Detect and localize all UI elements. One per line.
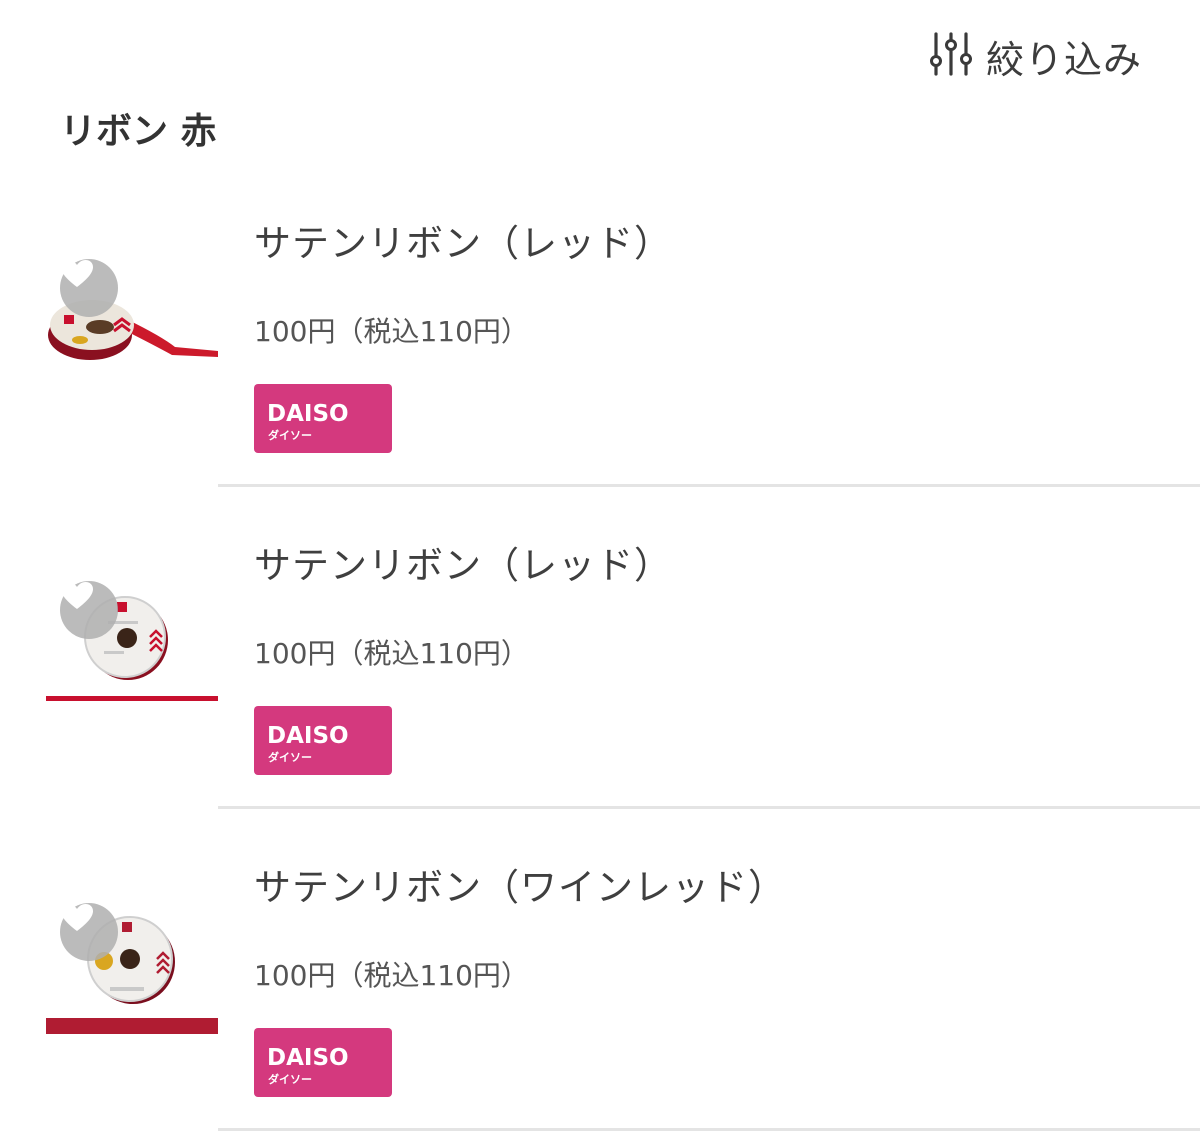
brand-kana: ダイソー xyxy=(268,1072,312,1086)
list-item[interactable]: サテンリボン（レッド） 100円（税込110円） DAISO ダイソー xyxy=(48,165,1200,487)
brand-badge-daiso[interactable]: DAISO ダイソー xyxy=(254,1028,392,1097)
heart-icon xyxy=(61,904,93,931)
sliders-icon xyxy=(929,31,972,81)
brand-kana: ダイソー xyxy=(268,428,312,442)
brand-name: DAISO xyxy=(267,723,349,749)
favorite-button[interactable] xyxy=(60,259,118,317)
brand-badge-daiso[interactable]: DAISO ダイソー xyxy=(254,384,392,453)
product-price: 100円（税込110円） xyxy=(254,315,529,348)
favorite-button[interactable] xyxy=(60,903,118,961)
product-image[interactable] xyxy=(0,487,218,809)
list-item[interactable]: サテンリボン（レッド） 100円（税込110円） DAISO ダイソー xyxy=(46,487,1200,809)
favorite-button[interactable] xyxy=(60,581,118,639)
product-name[interactable]: サテンリボン（レッド） xyxy=(254,213,672,267)
product-image[interactable] xyxy=(0,165,218,487)
product-image[interactable] xyxy=(0,809,218,1131)
brand-name: DAISO xyxy=(267,1045,349,1071)
list-item[interactable]: サテンリボン（ワインレッド） 100円（税込110円） DAISO ダイソー xyxy=(46,809,1200,1131)
filter-label: 絞り込み xyxy=(985,37,1142,82)
heart-icon xyxy=(61,260,93,287)
product-list: サテンリボン（レッド） 100円（税込110円） DAISO ダイソー サテンリ… xyxy=(0,165,1200,1131)
product-price: 100円（税込110円） xyxy=(254,637,529,670)
brand-kana: ダイソー xyxy=(268,750,312,764)
heart-icon xyxy=(61,582,93,609)
product-price: 100円（税込110円） xyxy=(254,959,529,992)
brand-name: DAISO xyxy=(267,401,349,427)
product-name[interactable]: サテンリボン（ワインレッド） xyxy=(254,857,786,911)
filter-button[interactable]: 絞り込み xyxy=(929,30,1142,82)
page-title: リボン 赤 xyxy=(60,111,217,152)
product-name[interactable]: サテンリボン（レッド） xyxy=(254,535,672,589)
brand-badge-daiso[interactable]: DAISO ダイソー xyxy=(254,706,392,775)
